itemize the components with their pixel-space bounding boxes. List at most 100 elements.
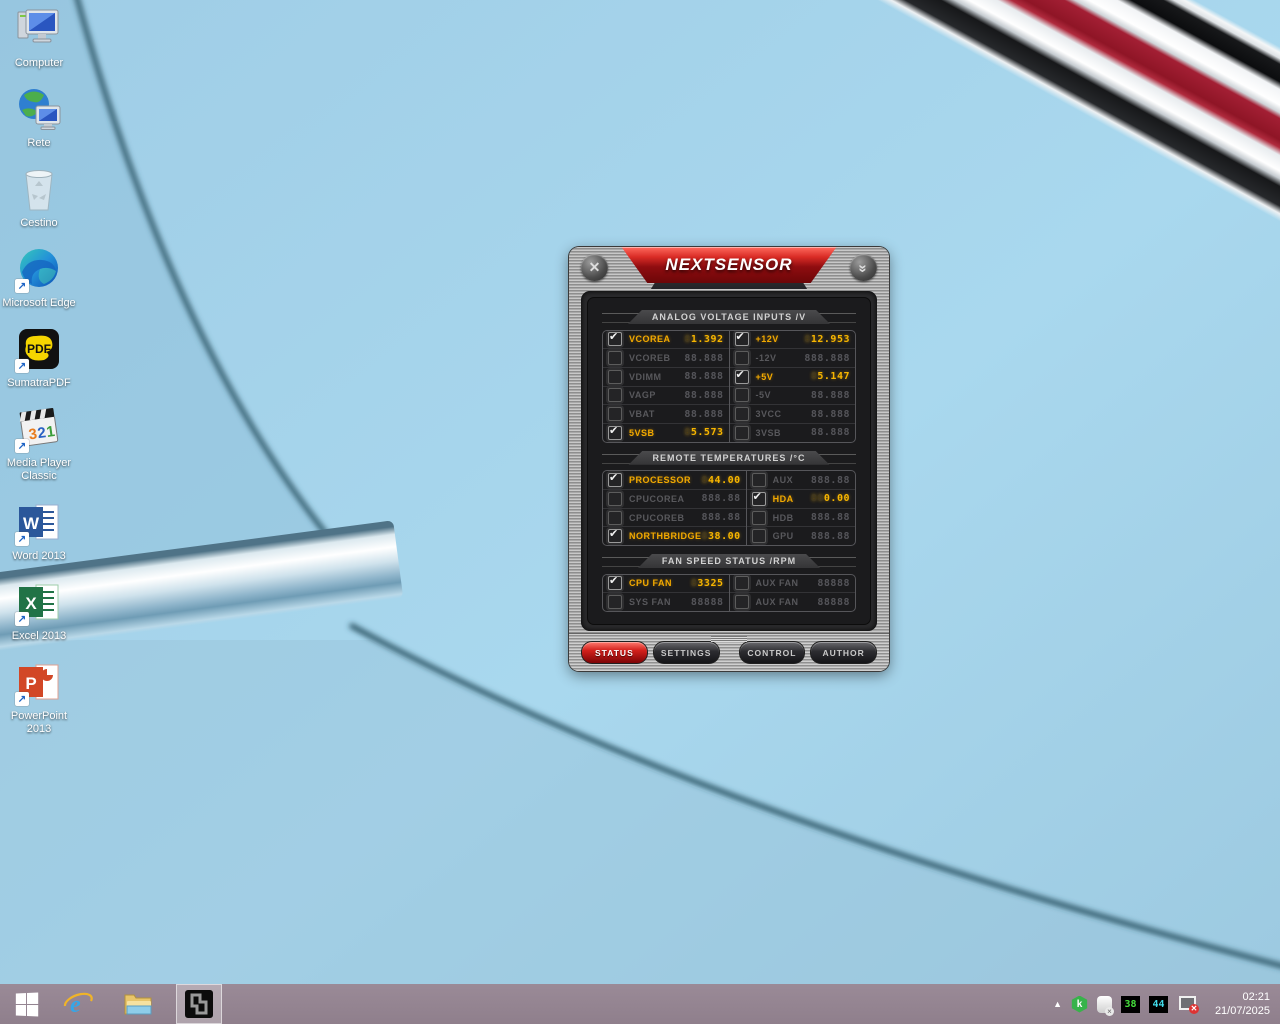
sensor-value: 844.00	[702, 475, 741, 486]
title-plate: NEXTSENSOR	[622, 247, 837, 283]
checkbox[interactable]	[752, 511, 766, 525]
checkbox[interactable]	[608, 511, 622, 525]
sensor-row-cpucoreb: CPUCOREB888.88	[603, 509, 746, 528]
shortcut-arrow-icon: ↗	[15, 279, 29, 293]
checkbox[interactable]	[608, 426, 622, 440]
window-title: NEXTSENSOR	[665, 255, 792, 275]
checkbox[interactable]	[735, 351, 749, 365]
checkbox[interactable]	[752, 529, 766, 543]
sensor-value: 88888	[817, 578, 850, 589]
desktop-icon-label: Cestino	[20, 217, 57, 230]
internet-explorer-icon: e	[63, 989, 93, 1019]
sensor-value: 88.888	[684, 409, 723, 420]
author-button[interactable]: AUTHOR	[810, 641, 877, 664]
checkbox[interactable]	[608, 332, 622, 346]
clock-time: 02:21	[1242, 991, 1270, 1003]
computer-icon	[14, 4, 64, 54]
sensor-value: 88888	[817, 597, 850, 608]
desktop-icon-cestino[interactable]: Cestino	[1, 164, 77, 230]
desktop-icon-computer[interactable]: Computer	[1, 4, 77, 70]
settings-button[interactable]: SETTINGS	[653, 641, 720, 664]
taskbar-ie-button[interactable]: e	[52, 984, 104, 1024]
nextsensor-body: ANALOG VOLTAGE INPUTS /V VCOREA81.392 VC…	[581, 291, 877, 631]
collapse-icon[interactable]: »	[850, 254, 877, 281]
sensor-label: GPU	[773, 531, 794, 541]
sensor-label: VCOREB	[629, 353, 671, 363]
sensor-label: VCOREA	[629, 334, 671, 344]
desktop-icon-sumatrapdf[interactable]: PDF ↗ SumatraPDF	[1, 324, 77, 390]
status-button[interactable]: STATUS	[581, 641, 648, 664]
klite-tray-icon[interactable]: k	[1071, 996, 1088, 1013]
nextsensor-footer: STATUS SETTINGS CONTROL AUTHOR	[569, 633, 889, 671]
checkbox[interactable]	[752, 492, 766, 506]
device-tray-icon[interactable]	[1097, 996, 1112, 1013]
sensor-label: HDB	[773, 513, 794, 523]
checkbox[interactable]	[735, 407, 749, 421]
desktop-icon-label: Media Player Classic	[1, 457, 77, 483]
sensor-row-n5v: -5V88.888	[730, 387, 856, 406]
sumatrapdf-icon: PDF ↗	[14, 324, 64, 374]
sensor-row-vbat: VBAT88.888	[603, 405, 729, 424]
edge-icon: ↗	[14, 244, 64, 294]
control-button[interactable]: CONTROL	[739, 641, 806, 664]
sensor-value: 88.888	[811, 427, 850, 438]
sensor-row-5vsb: 5VSB85.573	[603, 424, 729, 442]
sensor-row-3vcc: 3VCC88.888	[730, 405, 856, 424]
desktop-icon-rete[interactable]: Rete	[1, 84, 77, 150]
sensor-row-aux: AUX888.88	[747, 471, 855, 490]
nextsensor-titlebar[interactable]: NEXTSENSOR ✕ »	[569, 247, 889, 289]
desktop-icon-column: Computer Rete Cestino	[0, 4, 78, 750]
network-disconnected-icon[interactable]: ✕	[1177, 995, 1197, 1013]
fans-col-right: AUX FAN88888 AUX FAN88888	[730, 575, 856, 611]
desktop-icon-excel[interactable]: X ↗ Excel 2013	[1, 577, 77, 643]
checkbox[interactable]	[735, 595, 749, 609]
network-globe-icon	[14, 84, 64, 134]
desktop-icon-label: Microsoft Edge	[2, 297, 75, 310]
tray-temp-processor[interactable]: 44	[1149, 996, 1168, 1013]
sensor-value: 838.00	[702, 531, 741, 542]
sensor-row-auxfan1: AUX FAN88888	[730, 575, 856, 594]
sensor-row-sysfan: SYS FAN88888	[603, 593, 729, 611]
checkbox[interactable]	[608, 351, 622, 365]
checkbox[interactable]	[608, 388, 622, 402]
close-icon[interactable]: ✕	[581, 254, 608, 281]
checkbox[interactable]	[735, 388, 749, 402]
checkbox[interactable]	[752, 473, 766, 487]
checkbox[interactable]	[735, 332, 749, 346]
sensor-label: 3VCC	[756, 409, 782, 419]
excel-icon: X ↗	[14, 577, 64, 627]
sensor-value: 888.88	[702, 493, 741, 504]
sensor-label: 3VSB	[756, 428, 782, 438]
sensor-label: VAGP	[629, 390, 656, 400]
checkbox[interactable]	[608, 492, 622, 506]
tray-temp-northbridge[interactable]: 38	[1121, 996, 1140, 1013]
desktop-icon-label: PowerPoint 2013	[1, 710, 77, 736]
clock-date: 21/07/2025	[1215, 1005, 1270, 1017]
sensor-label: -5V	[756, 390, 772, 400]
checkbox[interactable]	[735, 576, 749, 590]
checkbox[interactable]	[735, 426, 749, 440]
svg-text:X: X	[25, 594, 37, 613]
checkbox[interactable]	[608, 529, 622, 543]
taskbar-explorer-button[interactable]	[112, 984, 164, 1024]
temps-col-right: AUX888.88 HDA880.00 HDB888.88 GPU888.88	[747, 471, 855, 545]
sensor-screen: ANALOG VOLTAGE INPUTS /V VCOREA81.392 VC…	[587, 297, 871, 625]
checkbox[interactable]	[735, 370, 749, 384]
sensor-label: 5VSB	[629, 428, 655, 438]
start-button[interactable]	[0, 984, 52, 1024]
desktop-icon-powerpoint[interactable]: P ↗ PowerPoint 2013	[1, 657, 77, 736]
tray-expand-icon[interactable]: ▲	[1053, 999, 1062, 1009]
taskbar-nextsensor-button[interactable]	[176, 984, 222, 1024]
desktop-icon-word[interactable]: W ↗ Word 2013	[1, 497, 77, 563]
checkbox[interactable]	[608, 407, 622, 421]
checkbox[interactable]	[608, 595, 622, 609]
taskbar-clock[interactable]: 02:21 21/07/2025	[1206, 990, 1270, 1018]
sensor-row-hdb: HDB888.88	[747, 509, 855, 528]
sensor-row-vcorea: VCOREA81.392	[603, 331, 729, 350]
checkbox[interactable]	[608, 370, 622, 384]
desktop-icon-mpc[interactable]: 3 2 1 ↗ Media Player Classic	[1, 404, 77, 483]
checkbox[interactable]	[608, 576, 622, 590]
checkbox[interactable]	[608, 473, 622, 487]
desktop-icon-edge[interactable]: ↗ Microsoft Edge	[1, 244, 77, 310]
sensor-row-p12v: +12V812.953	[730, 331, 856, 350]
